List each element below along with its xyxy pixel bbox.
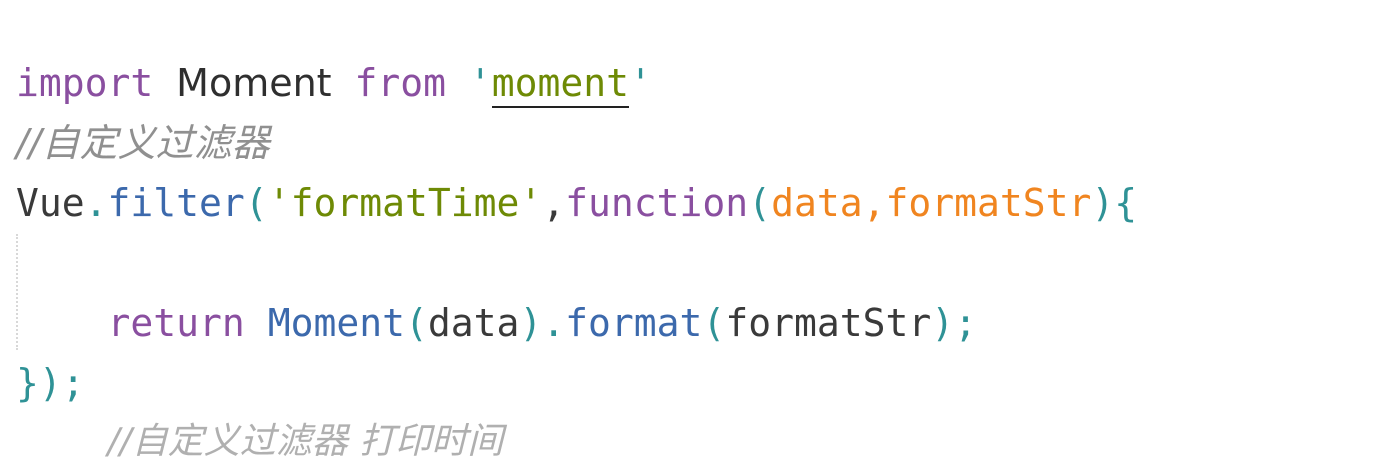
code-line-closing[interactable]: });	[16, 353, 85, 413]
format-method: format	[565, 301, 703, 345]
param-comma: ,	[862, 181, 886, 225]
params-open: (	[748, 181, 772, 225]
module-identifier: Moment	[176, 61, 332, 105]
moment-call: Moment	[267, 301, 405, 345]
quote-close: '	[629, 61, 652, 105]
paren-open: (	[244, 181, 268, 225]
code-comment: //自定义过滤器	[16, 121, 270, 165]
params-close: )	[1091, 181, 1115, 225]
vue-object: Vue	[16, 181, 85, 225]
comma: ,	[542, 181, 566, 225]
code-line-return[interactable]: return Moment(data).format(formatStr);	[16, 293, 978, 353]
format-paren-close: )	[931, 301, 955, 345]
code-line-comment[interactable]: //自定义过滤器	[16, 113, 270, 173]
code-editor[interactable]: import Moment from 'moment' //自定义过滤器 Vue…	[16, 0, 1366, 462]
param-data: data	[771, 181, 863, 225]
module-path-string: moment	[491, 61, 630, 108]
from-keyword: from	[354, 61, 446, 105]
closing-brackets: });	[16, 361, 85, 405]
function-keyword: function	[565, 181, 749, 225]
import-keyword: import	[16, 61, 154, 105]
call-paren-close: )	[519, 301, 543, 345]
format-paren-open: (	[702, 301, 726, 345]
semicolon: ;	[954, 301, 978, 345]
chain-dot: .	[542, 301, 566, 345]
return-keyword: return	[107, 301, 245, 345]
code-line-filter-declaration[interactable]: Vue.filter('formatTime',function(data,fo…	[16, 173, 1137, 233]
call-arg-data: data	[427, 301, 520, 345]
call-paren-open: (	[404, 301, 428, 345]
param-formatstr: formatStr	[885, 181, 1092, 225]
cutoff-comment: //自定义过滤器 打印时间	[107, 421, 504, 462]
brace-open: {	[1114, 181, 1138, 225]
code-line-cutoff[interactable]: //自定义过滤器 打印时间	[16, 410, 504, 470]
filter-method: filter	[107, 181, 245, 225]
code-line-import[interactable]: import Moment from 'moment'	[16, 53, 652, 113]
format-arg: formatStr	[725, 301, 932, 345]
dot-operator: .	[84, 181, 108, 225]
filter-name-string: 'formatTime'	[267, 181, 543, 225]
quote-open: '	[468, 61, 492, 105]
